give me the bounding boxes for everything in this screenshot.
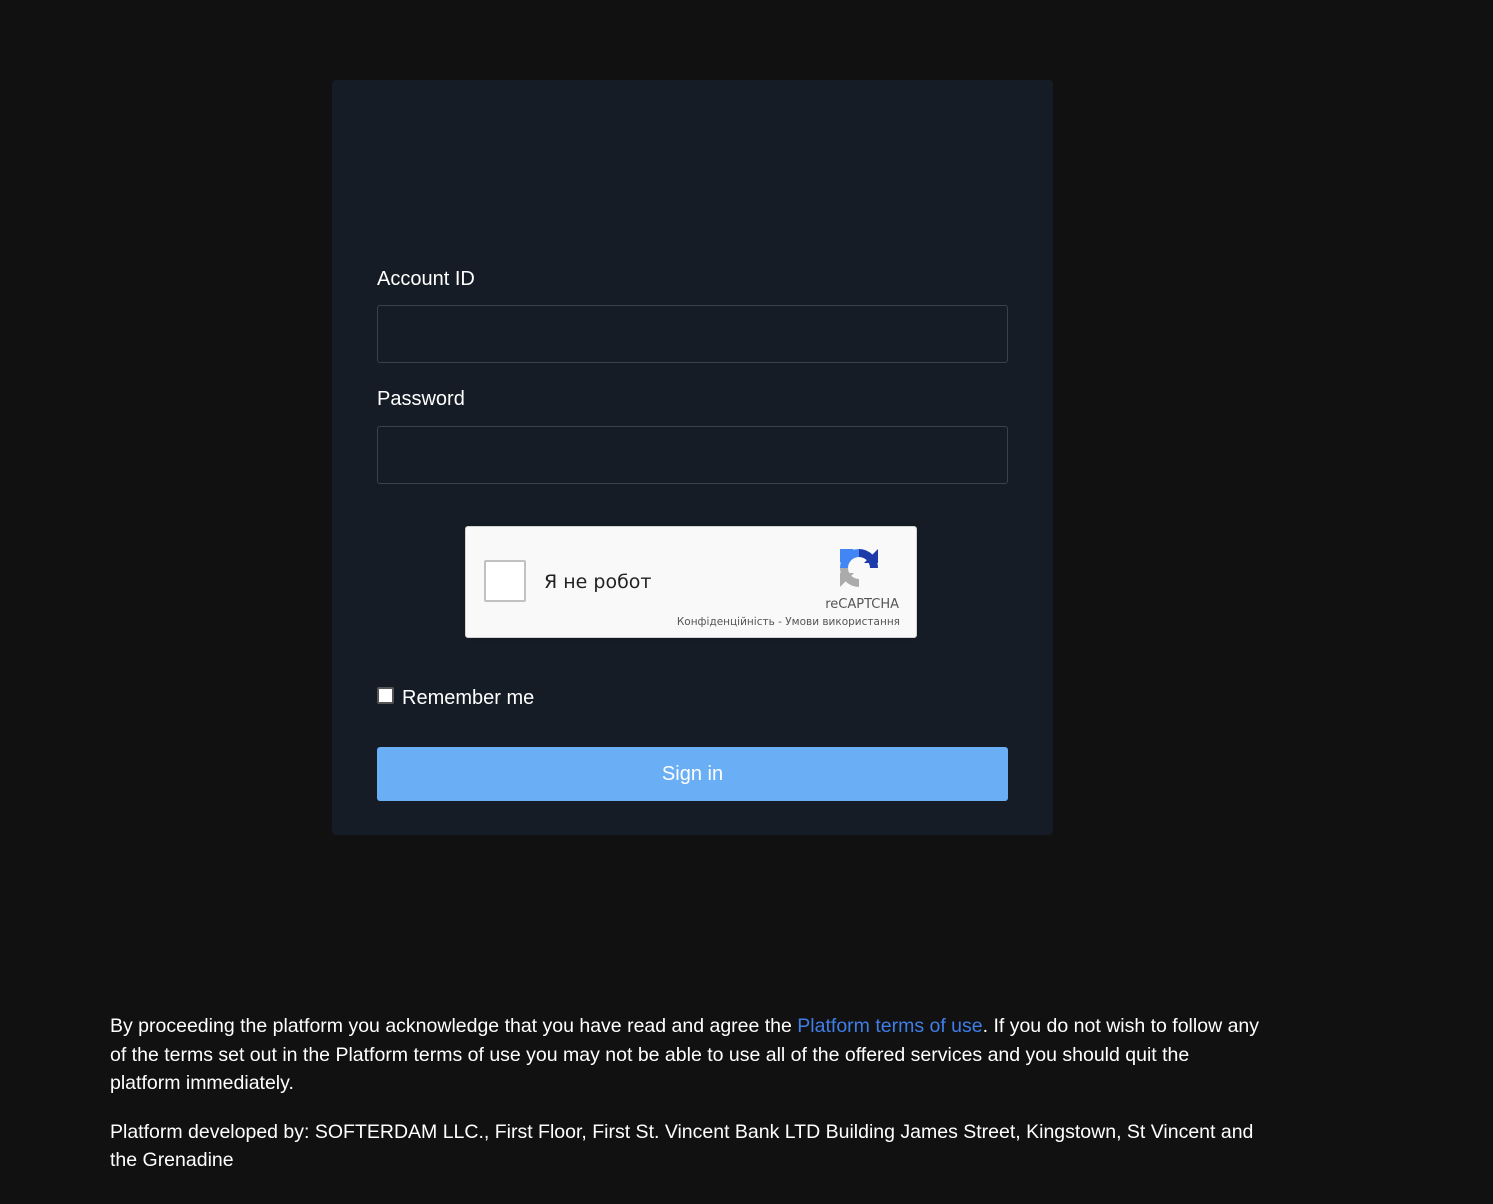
page: Account ID Password Я не робот reCAPTCHA… — [0, 0, 1493, 1204]
remember-me-checkbox[interactable] — [377, 687, 394, 704]
recaptcha-label: Я не робот — [544, 571, 652, 593]
platform-terms-link[interactable]: Platform terms of use — [797, 1015, 982, 1037]
recaptcha-links-separator: - — [774, 616, 786, 628]
terms-notice-text-start: By proceeding the platform you acknowled… — [110, 1015, 798, 1037]
password-label: Password — [377, 388, 465, 410]
remember-me-label[interactable]: Remember me — [402, 687, 534, 710]
remember-me-row: Remember me — [377, 687, 534, 710]
account-id-label: Account ID — [377, 268, 475, 290]
recaptcha-widget: Я не робот reCAPTCHA Конфіденційність - … — [465, 526, 917, 638]
recaptcha-terms-link[interactable]: Умови використання — [785, 616, 900, 628]
password-input[interactable] — [377, 426, 1008, 484]
recaptcha-privacy-link[interactable]: Конфіденційність — [677, 616, 775, 628]
recaptcha-links: Конфіденційність - Умови використання — [677, 616, 900, 628]
sign-in-button[interactable]: Sign in — [377, 747, 1008, 801]
logo-area — [377, 100, 1008, 250]
recaptcha-brand: reCAPTCHA — [825, 597, 899, 612]
recaptcha-logo-icon — [840, 549, 878, 587]
developer-notice: Platform developed by: SOFTERDAM LLC., F… — [110, 1120, 1254, 1172]
account-id-input[interactable] — [377, 305, 1008, 363]
recaptcha-checkbox[interactable] — [484, 560, 526, 602]
login-card: Account ID Password Я не робот reCAPTCHA… — [332, 80, 1053, 835]
terms-notice: By proceeding the platform you acknowled… — [110, 1012, 1260, 1098]
footer: By proceeding the platform you acknowled… — [110, 1012, 1260, 1195]
